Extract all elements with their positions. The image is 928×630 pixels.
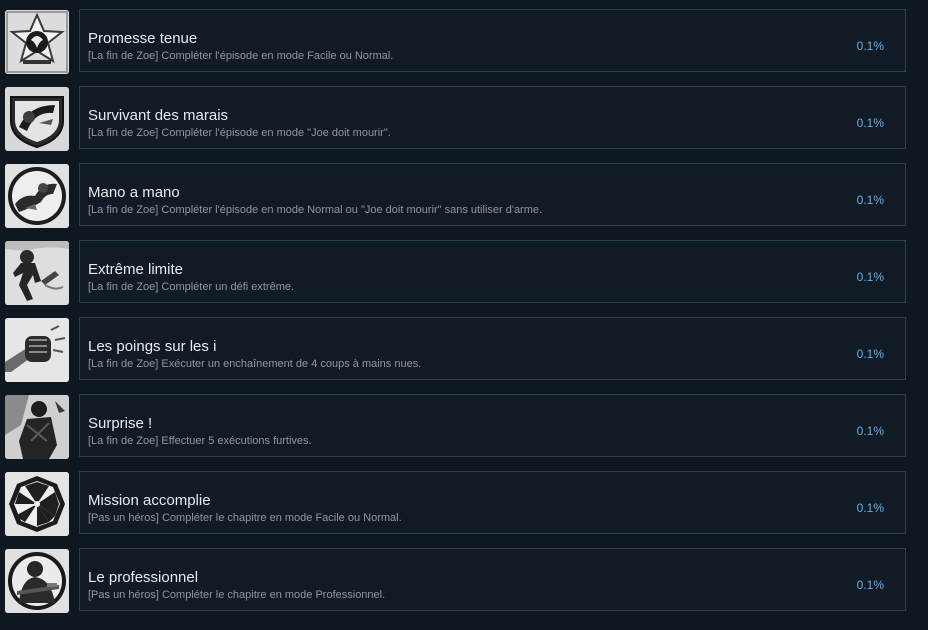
achievement-unlock-percent: 0.1% bbox=[856, 424, 884, 438]
achievement-row[interactable]: Surprise ! [La fin de Zoe] Effectuer 5 e… bbox=[0, 394, 928, 460]
achievement-row[interactable]: Promesse tenue [La fin de Zoe] Compléter… bbox=[0, 9, 928, 75]
achievement-card: Survivant des marais [La fin de Zoe] Com… bbox=[79, 86, 906, 149]
achievement-description: [La fin de Zoe] Compléter l'épisode en m… bbox=[88, 50, 394, 62]
shield-crest-icon bbox=[5, 87, 69, 151]
achievement-row[interactable]: Extrême limite [La fin de Zoe] Compléter… bbox=[0, 240, 928, 306]
achievement-title: Survivant des marais bbox=[88, 107, 229, 124]
achievement-card: Surprise ! [La fin de Zoe] Effectuer 5 e… bbox=[79, 394, 906, 457]
achievement-card: Promesse tenue [La fin de Zoe] Compléter… bbox=[79, 9, 906, 72]
achievement-row[interactable]: Mission accomplie [Pas un héros] Complét… bbox=[0, 471, 928, 537]
achievement-row[interactable]: Le professionnel [Pas un héros] Compléte… bbox=[0, 548, 928, 614]
achievement-row[interactable]: Mano a mano [La fin de Zoe] Compléter l'… bbox=[0, 163, 928, 229]
achievement-title: Le professionnel bbox=[88, 569, 199, 586]
achievement-row[interactable]: Survivant des marais [La fin de Zoe] Com… bbox=[0, 86, 928, 152]
achievement-description: [La fin de Zoe] Exécuter un enchaînement… bbox=[88, 358, 422, 370]
umbrella-logo-icon bbox=[5, 472, 69, 536]
fighter-figure-icon bbox=[5, 241, 69, 305]
achievement-title: Surprise ! bbox=[88, 415, 153, 432]
achievement-description: [La fin de Zoe] Compléter l'épisode en m… bbox=[88, 127, 391, 139]
achievement-card: Mano a mano [La fin de Zoe] Compléter l'… bbox=[79, 163, 906, 226]
achievement-row[interactable]: Les poings sur les i [La fin de Zoe] Exé… bbox=[0, 317, 928, 383]
punch-fist-icon bbox=[5, 318, 69, 382]
soldier-portrait-icon bbox=[5, 549, 69, 613]
achievement-unlock-percent: 0.1% bbox=[856, 347, 884, 361]
achievement-description: [Pas un héros] Compléter le chapitre en … bbox=[88, 512, 402, 524]
achievement-unlock-percent: 0.1% bbox=[856, 501, 884, 515]
achievement-description: [La fin de Zoe] Compléter l'épisode en m… bbox=[88, 204, 543, 216]
achievement-card: Le professionnel [Pas un héros] Compléte… bbox=[79, 548, 906, 611]
achievement-unlock-percent: 0.1% bbox=[856, 270, 884, 284]
achievement-title: Promesse tenue bbox=[88, 30, 198, 47]
achievement-unlock-percent: 0.1% bbox=[856, 39, 884, 53]
achievement-unlock-percent: 0.1% bbox=[856, 193, 884, 207]
fist-fight-icon bbox=[5, 164, 69, 228]
achievement-list: Promesse tenue [La fin de Zoe] Compléter… bbox=[0, 0, 928, 630]
achievement-title: Extrême limite bbox=[88, 261, 184, 278]
achievement-unlock-percent: 0.1% bbox=[856, 116, 884, 130]
achievement-description: [La fin de Zoe] Compléter un défi extrêm… bbox=[88, 281, 295, 293]
star-emblem-icon bbox=[5, 10, 69, 74]
achievement-unlock-percent: 0.1% bbox=[856, 578, 884, 592]
achievement-card: Extrême limite [La fin de Zoe] Compléter… bbox=[79, 240, 906, 303]
achievement-title: Mano a mano bbox=[88, 184, 180, 201]
achievement-card: Les poings sur les i [La fin de Zoe] Exé… bbox=[79, 317, 906, 380]
achievement-description: [La fin de Zoe] Effectuer 5 exécutions f… bbox=[88, 435, 312, 447]
achievement-title: Les poings sur les i bbox=[88, 338, 217, 355]
achievement-card: Mission accomplie [Pas un héros] Complét… bbox=[79, 471, 906, 534]
achievement-title: Mission accomplie bbox=[88, 492, 211, 509]
stealth-soldier-icon bbox=[5, 395, 69, 459]
achievement-description: [Pas un héros] Compléter le chapitre en … bbox=[88, 589, 386, 601]
